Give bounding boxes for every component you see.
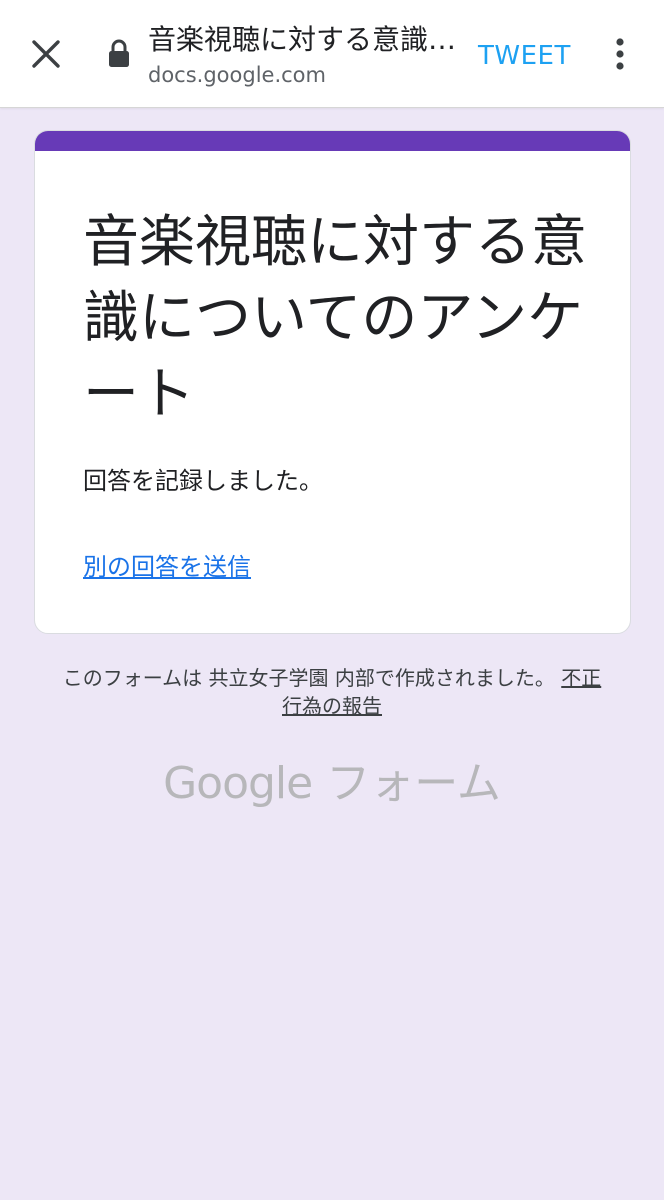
page-title: 音楽視聴に対する意識についてのアンケート [148, 23, 458, 56]
submit-another-response-link[interactable]: 別の回答を送信 [83, 551, 251, 583]
brand-forms-text: フォーム [326, 758, 501, 809]
brand-google-text: Google [163, 758, 313, 809]
page-url: docs.google.com [148, 63, 326, 87]
browser-toolbar: 音楽視聴に対する意識についてのアンケート docs.google.com TWE… [0, 0, 664, 108]
form-accent-bar [35, 131, 630, 151]
close-icon [32, 40, 60, 68]
close-button[interactable] [20, 30, 72, 78]
lock-icon [109, 39, 129, 67]
more-menu-button[interactable] [600, 34, 640, 74]
footer-note-text: このフォームは 共立女子学園 内部で作成されました。 [62, 666, 555, 690]
form-title: 音楽視聴に対する意識についてのアンケート [83, 210, 587, 427]
form-card: 音楽視聴に対する意識についてのアンケート 回答を記録しました。 別の回答を送信 [34, 130, 631, 634]
google-forms-logo[interactable]: Google フォーム [0, 756, 664, 812]
confirmation-message: 回答を記録しました。 [83, 467, 323, 495]
footer-note: このフォームは 共立女子学園 内部で作成されました。 不正行為の報告 [60, 664, 604, 720]
more-vert-icon [616, 38, 624, 70]
tweet-button[interactable]: TWEET [478, 38, 571, 74]
